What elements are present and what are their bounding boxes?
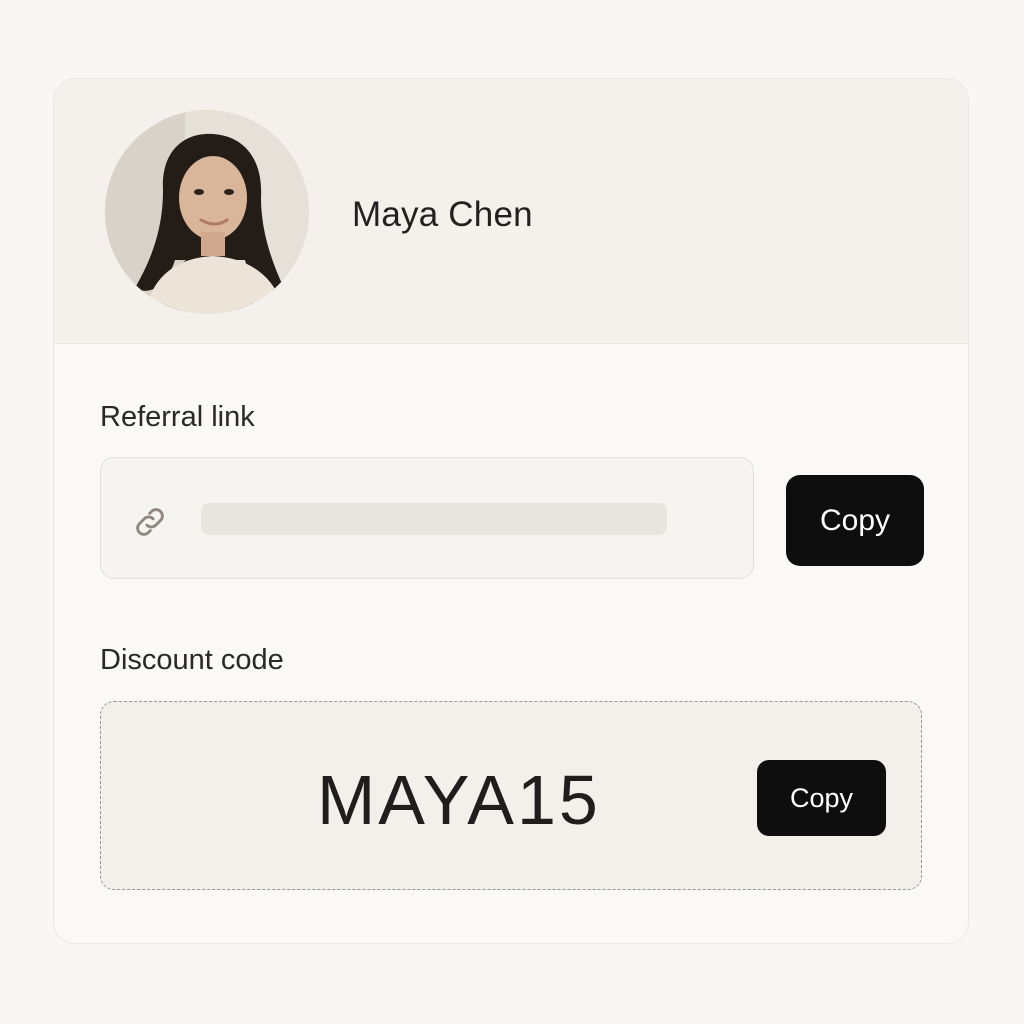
referral-card: Maya Chen Referral link Copy Discount co… — [53, 78, 969, 944]
referral-link-placeholder — [201, 503, 667, 535]
avatar — [105, 110, 309, 314]
discount-code-box: MAYA15 Copy — [100, 701, 922, 890]
discount-code-value: MAYA15 — [317, 761, 601, 839]
link-icon — [136, 508, 164, 536]
copy-discount-code-button[interactable]: Copy — [757, 760, 886, 836]
copy-referral-link-button[interactable]: Copy — [786, 475, 924, 566]
discount-code-label: Discount code — [100, 644, 284, 676]
profile-photo — [105, 110, 309, 314]
profile-header: Maya Chen — [54, 79, 968, 344]
referral-link-label: Referral link — [100, 401, 255, 433]
referral-link-field[interactable] — [100, 457, 754, 579]
profile-name: Maya Chen — [352, 195, 533, 234]
